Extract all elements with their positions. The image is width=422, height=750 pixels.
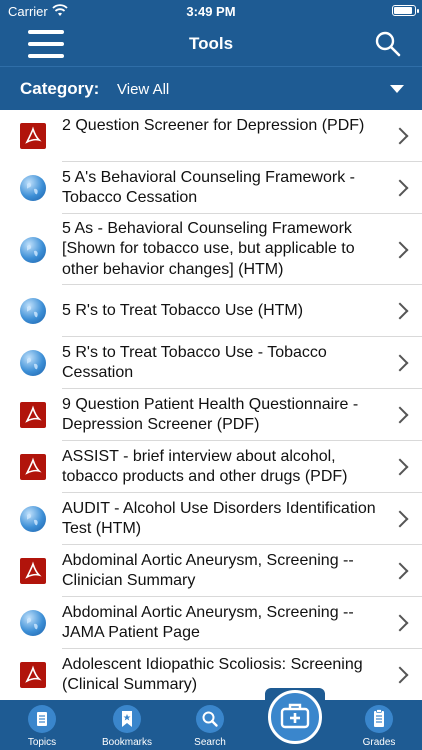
pdf-icon	[20, 402, 46, 428]
list-item-label: 2 Question Screener for Depression (PDF)	[62, 116, 365, 134]
status-bar: Carrier 3:49 PM	[0, 0, 422, 22]
globe-icon	[20, 236, 46, 263]
dropdown-arrow-icon	[390, 85, 404, 93]
tab-grades-label: Grades	[362, 737, 396, 748]
search-icon[interactable]	[374, 30, 402, 58]
list-item-label: 9 Question Patient Health Questionnaire …	[62, 395, 359, 434]
grades-icon	[365, 705, 393, 733]
list-item-label: ASSIST - brief interview about alcohol, …	[62, 447, 348, 486]
globe-icon	[20, 175, 46, 201]
pdf-icon	[20, 558, 46, 584]
list-item-label: 5 R's to Treat Tobacco Use (HTM)	[62, 301, 304, 319]
tab-bar: Topics Bookmarks Search Grades	[0, 700, 422, 750]
list-item-label: 5 A's Behavioral Counseling Framework - …	[62, 168, 355, 207]
list-item[interactable]: Abdominal Aortic Aneurysm, Screening -- …	[0, 597, 422, 649]
category-label: Category:	[20, 79, 100, 98]
list-item[interactable]: AUDIT - Alcohol Use Disorders Identifica…	[0, 493, 422, 545]
tab-tools[interactable]	[265, 688, 325, 750]
chevron-right-icon	[391, 179, 409, 197]
globe-icon	[20, 350, 46, 376]
chevron-right-icon	[391, 666, 409, 684]
list-item-label: AUDIT - Alcohol Use Disorders Identifica…	[62, 499, 376, 538]
pdf-icon	[20, 454, 46, 480]
list-item-label: 5 R's to Treat Tobacco Use - Tobacco Ces…	[62, 343, 327, 382]
category-value: View All	[117, 81, 170, 98]
page-title: Tools	[188, 34, 234, 53]
bookmark-icon	[113, 705, 141, 733]
list-item[interactable]: 5 R's to Treat Tobacco Use (HTM)	[0, 285, 422, 337]
chevron-right-icon	[391, 302, 409, 320]
list-item-label: 5 As - Behavioral Counseling Framework […	[62, 219, 355, 278]
list-item-label: Abdominal Aortic Aneurysm, Screening -- …	[62, 603, 354, 642]
category-selector[interactable]: Category: View All	[0, 66, 422, 110]
pdf-icon	[20, 662, 46, 688]
list-item[interactable]: Abdominal Aortic Aneurysm, Screening -- …	[0, 545, 422, 597]
tab-search-label: Search	[194, 737, 226, 748]
chevron-right-icon	[391, 614, 409, 632]
list-item[interactable]: 9 Question Patient Health Questionnaire …	[0, 389, 422, 441]
list-item[interactable]: 5 As - Behavioral Counseling Framework […	[0, 214, 422, 285]
chevron-right-icon	[391, 127, 409, 145]
clock: 3:49 PM	[186, 4, 236, 19]
nav-bar: Tools	[0, 22, 422, 66]
tab-topics[interactable]: Topics	[17, 700, 67, 750]
chevron-right-icon	[391, 510, 409, 528]
globe-icon	[20, 610, 46, 636]
chevron-right-icon	[391, 458, 409, 476]
tab-topics-label: Topics	[27, 737, 57, 748]
globe-icon	[20, 298, 46, 324]
tab-bookmarks-label: Bookmarks	[101, 737, 152, 748]
tab-bookmarks[interactable]: Bookmarks	[95, 700, 159, 750]
topics-icon	[28, 705, 56, 733]
search-tab-icon	[196, 705, 224, 733]
pdf-icon	[20, 123, 46, 149]
list-item[interactable]: ASSIST - brief interview about alcohol, …	[0, 441, 422, 493]
chevron-right-icon	[391, 241, 409, 258]
tab-grades[interactable]: Grades	[354, 700, 404, 750]
list-item[interactable]: 5 R's to Treat Tobacco Use - Tobacco Ces…	[0, 337, 422, 389]
list-item[interactable]: 2 Question Screener for Depression (PDF)	[0, 110, 422, 162]
list-item-label: Abdominal Aortic Aneurysm, Screening -- …	[62, 551, 354, 590]
globe-icon	[20, 506, 46, 532]
list-item[interactable]: Adolescent Idiopathic Scoliosis: Screeni…	[0, 649, 422, 700]
battery-icon	[392, 5, 419, 16]
chevron-right-icon	[391, 562, 409, 580]
list-item-label: Adolescent Idiopathic Scoliosis: Screeni…	[62, 655, 363, 694]
medical-kit-icon	[268, 690, 322, 744]
tools-list: 2 Question Screener for Depression (PDF)…	[0, 110, 422, 700]
chevron-right-icon	[391, 406, 409, 424]
list-item[interactable]: 5 A's Behavioral Counseling Framework - …	[0, 162, 422, 214]
tab-search[interactable]: Search	[185, 700, 235, 750]
chevron-right-icon	[391, 354, 409, 372]
